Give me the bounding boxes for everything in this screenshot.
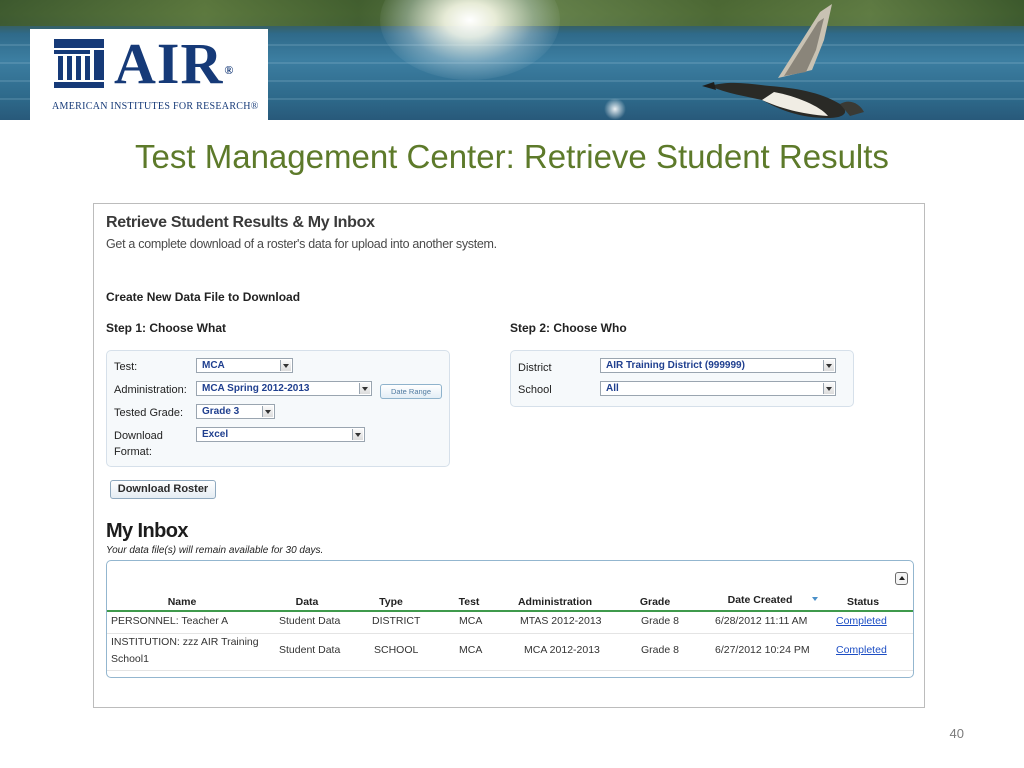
cell-name: PERSONNEL: Teacher A bbox=[111, 615, 229, 627]
logo-wordmark: AIR® bbox=[114, 31, 235, 96]
column-header-grade[interactable]: Grade bbox=[625, 595, 685, 609]
cell-date-created: 6/28/2012 11:11 AM bbox=[715, 615, 808, 627]
inbox-table: Name Data Type Test Administration Grade… bbox=[106, 560, 914, 678]
sun-glare bbox=[380, 0, 560, 80]
row-divider bbox=[107, 670, 913, 671]
panel-heading: Retrieve Student Results & My Inbox bbox=[106, 214, 375, 231]
cell-test: MCA bbox=[459, 615, 483, 627]
cell-name-line2: School1 bbox=[111, 653, 149, 665]
step1-title: Step 1: Choose What bbox=[106, 321, 227, 335]
school-label: School bbox=[518, 384, 552, 396]
cell-data: Student Data bbox=[279, 615, 341, 627]
column-header-administration[interactable]: Administration bbox=[509, 595, 601, 609]
cell-grade: Grade 8 bbox=[641, 615, 679, 627]
administration-select[interactable]: MCA Spring 2012-2013 bbox=[196, 381, 372, 396]
chevron-down-icon bbox=[262, 406, 273, 417]
cell-type: SCHOOL bbox=[374, 644, 419, 656]
header-banner: AIR® AMERICAN INSTITUTES FOR RESEARCH® bbox=[0, 0, 1024, 120]
download-format-label-line2: Format: bbox=[114, 446, 152, 458]
download-roster-button[interactable]: Download Roster bbox=[110, 480, 216, 499]
cell-type: DISTRICT bbox=[372, 615, 421, 627]
create-file-label: Create New Data File to Download bbox=[106, 290, 301, 304]
test-select[interactable]: MCA bbox=[196, 358, 293, 373]
test-label: Test: bbox=[114, 361, 138, 373]
status-completed-link[interactable]: Completed bbox=[836, 643, 887, 658]
status-completed-link[interactable]: Completed bbox=[836, 614, 887, 629]
cell-data: Student Data bbox=[279, 644, 341, 656]
panel-subheading: Get a complete download of a roster's da… bbox=[106, 237, 497, 251]
water-sparkle bbox=[604, 98, 626, 120]
chevron-down-icon bbox=[280, 360, 291, 371]
column-header-date-created[interactable]: Date Created bbox=[715, 593, 805, 607]
download-format-label-line1: Download bbox=[114, 430, 163, 442]
step1-box: Test: MCA Administration: MCA Spring 201… bbox=[106, 350, 450, 467]
institution-columns-icon bbox=[54, 39, 104, 88]
row-divider bbox=[107, 633, 913, 634]
download-format-select[interactable]: Excel bbox=[196, 427, 365, 442]
column-header-test[interactable]: Test bbox=[439, 595, 499, 609]
column-header-name[interactable]: Name bbox=[147, 595, 217, 609]
collapse-toggle-icon[interactable] bbox=[895, 572, 908, 585]
sort-descending-icon[interactable] bbox=[812, 597, 818, 601]
chevron-down-icon bbox=[359, 383, 370, 394]
column-header-status[interactable]: Status bbox=[833, 595, 893, 609]
step2-box: District AIR Training District (999999) … bbox=[510, 350, 854, 407]
column-header-data[interactable]: Data bbox=[277, 595, 337, 609]
cell-administration: MTAS 2012-2013 bbox=[520, 615, 602, 627]
district-label: District bbox=[518, 362, 552, 374]
column-header-type[interactable]: Type bbox=[361, 595, 421, 609]
step2-title: Step 2: Choose Who bbox=[510, 321, 627, 335]
cell-grade: Grade 8 bbox=[641, 644, 679, 656]
school-select[interactable]: All bbox=[600, 381, 836, 396]
tested-grade-label: Tested Grade: bbox=[114, 407, 184, 419]
chevron-down-icon bbox=[352, 429, 363, 440]
cell-date-created: 6/27/2012 10:24 PM bbox=[715, 644, 810, 656]
administration-label: Administration: bbox=[114, 384, 187, 396]
district-select[interactable]: AIR Training District (999999) bbox=[600, 358, 836, 373]
cell-test: MCA bbox=[459, 644, 483, 656]
date-range-button[interactable]: Date Range bbox=[380, 384, 442, 399]
cell-administration: MCA 2012-2013 bbox=[524, 644, 600, 656]
tested-grade-select[interactable]: Grade 3 bbox=[196, 404, 275, 419]
retrieve-results-panel: Retrieve Student Results & My Inbox Get … bbox=[93, 203, 925, 708]
loon-bird-image bbox=[702, 4, 864, 118]
page-number: 40 bbox=[949, 726, 964, 741]
chevron-down-icon bbox=[823, 383, 834, 394]
air-logo: AIR® AMERICAN INSTITUTES FOR RESEARCH® bbox=[30, 29, 268, 120]
inbox-title: My Inbox bbox=[106, 520, 188, 542]
slide-title: Test Management Center: Retrieve Student… bbox=[135, 138, 889, 175]
inbox-retention-note: Your data file(s) will remain available … bbox=[106, 545, 324, 556]
cell-name: INSTITUTION: zzz AIR Training bbox=[111, 636, 259, 648]
logo-subtitle: AMERICAN INSTITUTES FOR RESEARCH® bbox=[52, 101, 259, 112]
header-rule bbox=[107, 610, 913, 612]
chevron-down-icon bbox=[823, 360, 834, 371]
